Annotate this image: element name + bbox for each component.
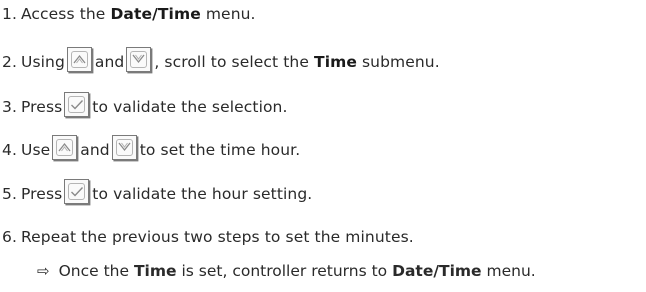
- result-text: Once the: [58, 262, 130, 280]
- step-text: to validate the selection.: [92, 98, 288, 116]
- check-key-icon: [64, 178, 90, 204]
- up-arrow-key-icon: [66, 46, 92, 72]
- step-text: Using: [21, 53, 65, 71]
- step-6: 6. Repeat the previous two steps to set …: [2, 224, 414, 250]
- step-text: to set the time hour.: [139, 141, 301, 159]
- menu-name-date-time: Date/Time: [392, 262, 482, 280]
- step-number: 1.: [2, 5, 17, 23]
- check-key-icon: [64, 91, 90, 117]
- instructions-document: 1. Access the Date/Time menu. 2. Using a…: [0, 0, 646, 292]
- step-text: and: [94, 53, 125, 71]
- step-3: 3. Press to validate the selection.: [2, 91, 288, 120]
- menu-name-date-time: Date/Time: [110, 5, 201, 23]
- step-number: 6.: [2, 228, 17, 246]
- step-2: 2. Using and , scroll to select the Time…: [2, 46, 440, 75]
- step-6-result: ⇨ Once the Time is set, controller retur…: [37, 259, 536, 283]
- step-text: to validate the hour setting.: [92, 185, 313, 203]
- step-text: menu.: [205, 5, 256, 23]
- step-4: 4. Use and to set the time hour.: [2, 134, 301, 163]
- step-5: 5. Press to validate the hour setting.: [2, 178, 313, 207]
- step-1: 1. Access the Date/Time menu.: [2, 1, 256, 27]
- down-arrow-key-icon: [126, 46, 152, 72]
- step-text: , scroll to select the: [154, 53, 309, 71]
- step-text: Press: [21, 185, 63, 203]
- step-text: and: [80, 141, 110, 159]
- step-text: Press: [21, 98, 63, 116]
- result-arrow-icon: ⇨: [37, 262, 50, 280]
- submenu-name-time: Time: [133, 262, 177, 280]
- step-text: Access the: [21, 5, 106, 23]
- step-text: Use: [21, 141, 51, 159]
- down-arrow-key-icon: [111, 134, 137, 160]
- step-number: 5.: [2, 185, 17, 203]
- step-number: 3.: [2, 98, 17, 116]
- result-text: is set, controller returns to: [181, 262, 388, 280]
- step-text: submenu.: [362, 53, 440, 71]
- submenu-name-time: Time: [314, 53, 357, 71]
- step-number: 4.: [2, 141, 17, 159]
- step-text: Repeat the previous two steps to set the…: [21, 228, 414, 246]
- up-arrow-key-icon: [52, 134, 78, 160]
- step-number: 2.: [2, 53, 17, 71]
- result-text: menu.: [486, 262, 536, 280]
